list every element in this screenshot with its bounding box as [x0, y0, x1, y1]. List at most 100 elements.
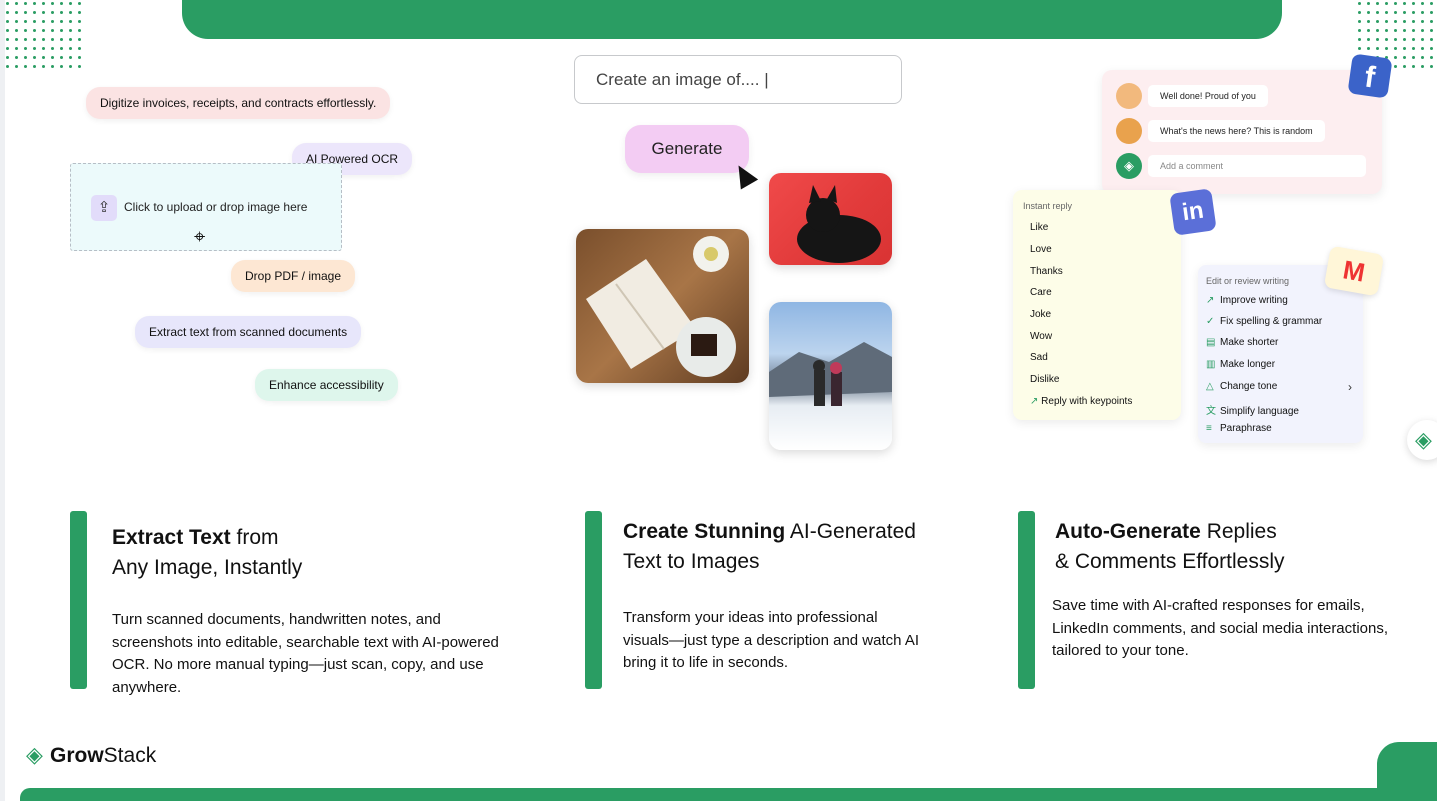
top-green-banner	[182, 0, 1282, 39]
decor-dot	[42, 47, 45, 50]
edit-option[interactable]: ↗ Improve writing	[1206, 295, 1288, 306]
decor-dot	[1367, 20, 1370, 23]
decor-dot	[78, 47, 81, 50]
edit-option-label: Change tone	[1220, 381, 1278, 392]
reply-option[interactable]: Love	[1030, 244, 1052, 255]
decor-dot	[60, 38, 63, 41]
decor-dot	[51, 11, 54, 14]
reply-option-label: Reply with keypoints	[1041, 396, 1133, 407]
decor-dot	[24, 2, 27, 5]
decor-dot	[1412, 2, 1415, 5]
reply-option[interactable]: Dislike	[1030, 374, 1059, 385]
decor-dot	[1421, 65, 1424, 68]
edit-option[interactable]: ▤ Make shorter	[1206, 337, 1278, 348]
growstack-logo-icon: ◈	[26, 742, 43, 767]
decor-dot	[1403, 20, 1406, 23]
edit-option[interactable]: 文 Simplify language	[1206, 402, 1299, 417]
decor-dot	[78, 29, 81, 32]
decor-dot	[1430, 38, 1433, 41]
edit-option-label: Make longer	[1220, 359, 1276, 370]
decor-dot	[78, 11, 81, 14]
decor-dot	[1394, 29, 1397, 32]
reply-option[interactable]: Joke	[1030, 309, 1051, 320]
decor-dot	[1394, 56, 1397, 59]
edit-option[interactable]: ▥ Make longer	[1206, 359, 1275, 370]
decor-dot	[33, 65, 36, 68]
reply-option[interactable]: Like	[1030, 222, 1048, 233]
decor-dot	[1394, 38, 1397, 41]
decor-dot	[6, 47, 9, 50]
check-icon: ✓	[1206, 316, 1215, 327]
decor-dot	[42, 56, 45, 59]
edit-option[interactable]: ✓ Fix spelling & grammar	[1206, 316, 1322, 327]
decor-dot	[15, 65, 18, 68]
decor-dot	[1376, 11, 1379, 14]
decor-dot	[1376, 20, 1379, 23]
document-icon: ▤	[1206, 337, 1216, 348]
decor-dot	[1403, 56, 1406, 59]
reply-option[interactable]: Sad	[1030, 352, 1048, 363]
edit-option[interactable]: △ Change tone	[1206, 381, 1277, 392]
decor-dot	[1412, 11, 1415, 14]
growstack-float-button[interactable]: ◈	[1407, 420, 1437, 460]
chip-digitize: Digitize invoices, receipts, and contrac…	[86, 87, 391, 119]
logo-name-bold: Grow	[50, 744, 104, 767]
reply-option-keypoints[interactable]: ↗ Reply with keypoints	[1030, 396, 1132, 407]
decor-dot	[1376, 2, 1379, 5]
decor-dot	[1376, 38, 1379, 41]
decor-dot	[1358, 20, 1361, 23]
reply-option[interactable]: Wow	[1030, 331, 1052, 342]
decor-dot	[24, 47, 27, 50]
decor-dot	[1385, 47, 1388, 50]
decor-dot	[1358, 47, 1361, 50]
chip-extract-text: Extract text from scanned documents	[135, 316, 362, 348]
decor-dot	[1394, 2, 1397, 5]
book-scene	[586, 236, 736, 377]
decor-dot	[1412, 29, 1415, 32]
decor-dot	[1358, 2, 1361, 5]
snow-scene	[769, 342, 892, 406]
cursor-click-icon: ⌖	[194, 226, 206, 248]
reply-option[interactable]: Care	[1030, 287, 1052, 298]
reply-option[interactable]: Thanks	[1030, 266, 1063, 277]
decor-dot	[1412, 65, 1415, 68]
decor-dot	[69, 11, 72, 14]
decor-dot	[6, 2, 9, 5]
decor-dot	[60, 2, 63, 5]
edit-option-label: Fix spelling & grammar	[1220, 316, 1323, 327]
dot-pattern-top-left	[6, 2, 81, 68]
decor-dot	[1430, 29, 1433, 32]
upload-dropzone[interactable]: ⇪ Click to upload or drop image here	[70, 163, 342, 251]
decor-dot	[69, 65, 72, 68]
decor-dot	[1421, 38, 1424, 41]
decor-dot	[15, 56, 18, 59]
decor-dot	[1421, 56, 1424, 59]
feature-title-rest: Replies	[1200, 520, 1277, 543]
cat-silhouette	[797, 185, 881, 263]
instant-reply-card: Instant reply Like Love Thanks Care Joke…	[1013, 190, 1181, 420]
decor-dot	[51, 20, 54, 23]
keypoints-icon: ↗	[1030, 396, 1042, 407]
feature-title-bold: Auto-Generate	[1055, 520, 1201, 543]
gmail-icon: M	[1323, 245, 1385, 297]
decor-dot	[15, 20, 18, 23]
add-comment-input[interactable]: Add a comment	[1148, 155, 1366, 177]
decor-dot	[51, 2, 54, 5]
instant-reply-heading: Instant reply	[1023, 201, 1073, 211]
feature-title-line2: & Comments Effortlessly	[1055, 550, 1285, 573]
edit-option[interactable]: ≡ Paraphrase	[1206, 423, 1272, 434]
comment-bubble: Well done! Proud of you	[1148, 85, 1268, 107]
generate-button[interactable]: Generate	[625, 125, 749, 173]
decor-dot	[1421, 11, 1424, 14]
feature-accent-bar	[70, 511, 87, 689]
image-prompt-input[interactable]: Create an image of.... |	[574, 55, 902, 104]
edit-option-label: Improve writing	[1220, 295, 1288, 306]
decor-dot	[6, 20, 9, 23]
decor-dot	[69, 56, 72, 59]
decor-dot	[60, 47, 63, 50]
decor-dot	[60, 65, 63, 68]
feature-title: Auto-Generate Replies & Comments Effortl…	[1055, 517, 1425, 577]
feature-title-line2: Text to Images	[623, 550, 760, 573]
edit-writing-card: Edit or review writing ↗ Improve writing …	[1198, 265, 1363, 443]
left-edge-strip	[0, 0, 5, 801]
